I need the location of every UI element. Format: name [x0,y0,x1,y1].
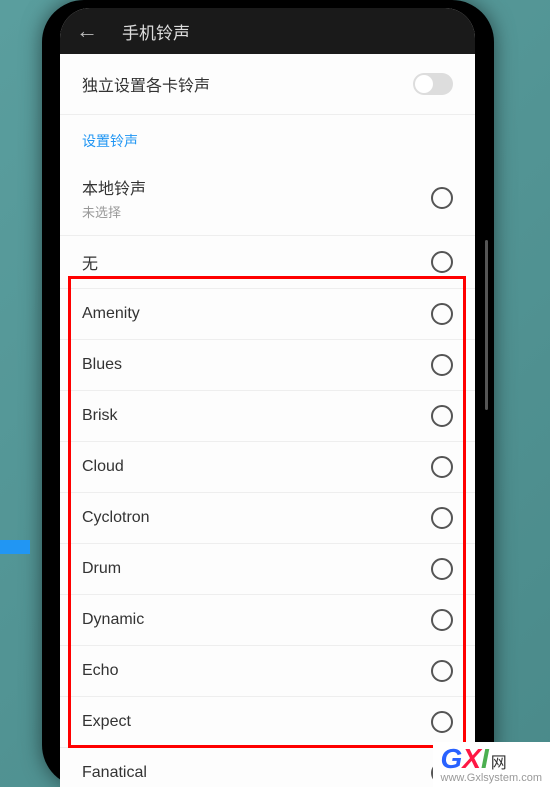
content-area: 独立设置各卡铃声 设置铃声 本地铃声 未选择 无 Amenity Blues B… [60,54,475,787]
ringtone-radio[interactable] [431,405,453,427]
section-header: 设置铃声 [60,115,475,161]
ringtone-label: Dynamic [82,611,144,629]
ringtone-radio[interactable] [431,303,453,325]
header-bar: ← 手机铃声 [60,8,475,54]
ringtone-label: Blues [82,356,122,374]
ringtone-radio[interactable] [431,660,453,682]
ringtone-row[interactable]: Expect [60,697,475,748]
ringtone-radio[interactable] [431,711,453,733]
watermark-net: 网 [491,756,507,772]
page-title: 手机铃声 [122,19,190,44]
watermark-i: I [481,745,489,773]
none-radio[interactable] [431,251,453,273]
ringtone-row[interactable]: Blues [60,340,475,391]
ringtone-row[interactable]: Amenity [60,289,475,340]
local-ringtone-row[interactable]: 本地铃声 未选择 [60,161,475,236]
ringtone-row[interactable]: Cyclotron [60,493,475,544]
background-artifact [0,540,30,554]
ringtone-label: Echo [82,662,118,680]
none-label: 无 [82,250,98,274]
ringtone-radio[interactable] [431,609,453,631]
watermark-g: G [441,745,463,773]
ringtone-row[interactable]: Cloud [60,442,475,493]
ringtone-radio[interactable] [431,354,453,376]
ringtone-label: Cyclotron [82,509,150,527]
phone-screen: ← 手机铃声 独立设置各卡铃声 设置铃声 本地铃声 未选择 无 Amenity … [60,8,475,787]
watermark: G X I 网 www.Gxlsystem.com [433,742,550,787]
ringtone-label: Fanatical [82,764,147,782]
ringtone-radio[interactable] [431,558,453,580]
watermark-x: X [462,745,481,773]
scroll-indicator [485,240,488,410]
ringtone-label: Cloud [82,458,124,476]
independent-sim-toggle[interactable] [413,73,453,95]
ringtone-radio[interactable] [431,507,453,529]
independent-sim-row[interactable]: 独立设置各卡铃声 [60,54,475,115]
ringtone-row[interactable]: Fanatical [60,748,475,787]
back-icon[interactable]: ← [76,18,98,44]
ringtone-row[interactable]: Echo [60,646,475,697]
ringtone-label: Amenity [82,305,140,323]
local-ringtone-status: 未选择 [82,202,146,221]
local-ringtone-label: 本地铃声 [82,175,146,199]
ringtone-label: Drum [82,560,121,578]
watermark-url: www.Gxlsystem.com [441,773,542,784]
ringtone-label: Expect [82,713,131,731]
local-ringtone-radio[interactable] [431,187,453,209]
ringtone-row[interactable]: Drum [60,544,475,595]
ringtone-row[interactable]: Dynamic [60,595,475,646]
ringtone-row[interactable]: Brisk [60,391,475,442]
none-row[interactable]: 无 [60,236,475,289]
ringtone-radio[interactable] [431,456,453,478]
ringtone-label: Brisk [82,407,118,425]
independent-sim-label: 独立设置各卡铃声 [82,72,210,96]
